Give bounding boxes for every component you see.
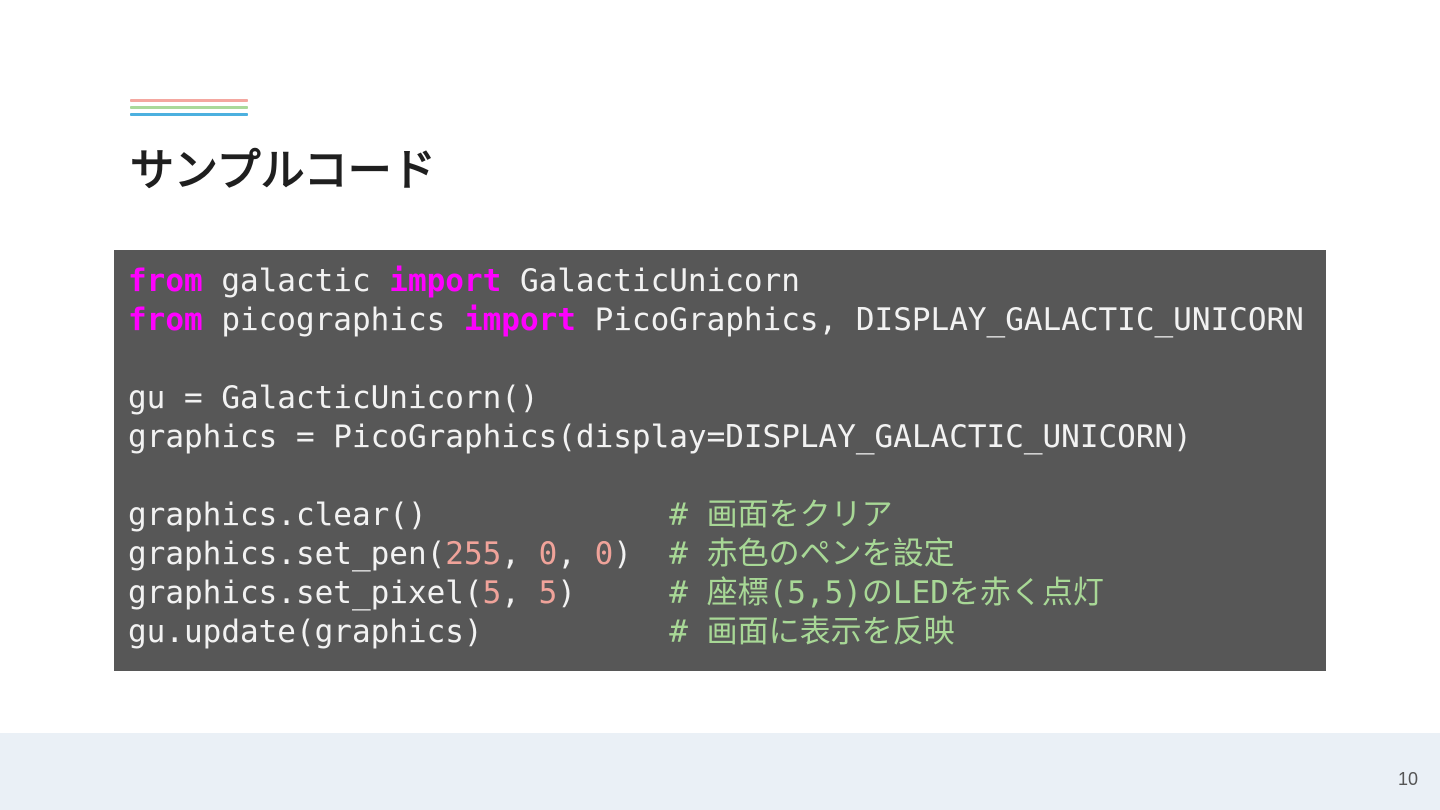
code-text: , (501, 575, 539, 611)
page-number: 10 (1397, 769, 1418, 789)
code-text: gu.update(graphics) (128, 614, 670, 650)
code-line: from galactic import GalacticUnicorn (128, 262, 1326, 301)
code-text: ) (557, 575, 670, 611)
code-line: gu = GalacticUnicorn() (128, 379, 1326, 418)
code-line: graphics.set_pixel(5, 5) # 座標(5,5)のLEDを赤… (128, 574, 1326, 613)
code-text: graphics.clear() (128, 497, 670, 533)
code-keyword: from (128, 302, 203, 338)
code-text: , (501, 536, 539, 572)
code-number: 255 (445, 536, 502, 572)
code-text: ) (613, 536, 670, 572)
code-text: graphics.set_pen( (128, 536, 446, 572)
code-line: gu.update(graphics) # 画面に表示を反映 (128, 613, 1326, 652)
slide-title: サンプルコード (130, 145, 436, 196)
code-comment: # 画面をクリア (669, 497, 893, 533)
code-text: gu = GalacticUnicorn() (128, 380, 539, 416)
code-block: from galactic import GalacticUnicorn from… (114, 250, 1326, 671)
code-keyword: import (389, 263, 502, 299)
code-line: graphics.clear() # 画面をクリア (128, 496, 1326, 535)
code-comment: # 画面に表示を反映 (669, 614, 955, 650)
title-accent-line-green (130, 106, 248, 109)
code-text: PicoGraphics, DISPLAY_GALACTIC_UNICORN (575, 302, 1304, 338)
code-number: 5 (482, 575, 502, 611)
code-line: from picographics import PicoGraphics, D… (128, 301, 1326, 340)
code-number: 0 (538, 536, 558, 572)
code-number: 0 (594, 536, 614, 572)
code-line: graphics = PicoGraphics(display=DISPLAY_… (128, 418, 1326, 457)
code-comment: # 赤色のペンを設定 (669, 536, 955, 572)
code-text: picographics (202, 302, 464, 338)
slide-footer: 10 (0, 733, 1440, 810)
code-text: galactic (202, 263, 390, 299)
code-line: graphics.set_pen(255, 0, 0) # 赤色のペンを設定 (128, 535, 1326, 574)
code-text: GalacticUnicorn (501, 263, 800, 299)
code-text: graphics.set_pixel( (128, 575, 483, 611)
title-accent-line-red (130, 99, 248, 102)
code-number: 5 (538, 575, 558, 611)
code-keyword: from (128, 263, 203, 299)
code-keyword: import (463, 302, 576, 338)
title-accent-line-blue (130, 113, 248, 116)
code-text: graphics = PicoGraphics(display=DISPLAY_… (128, 419, 1192, 455)
code-comment: # 座標(5,5)のLEDを赤く点灯 (669, 575, 1104, 611)
code-text: , (557, 536, 595, 572)
